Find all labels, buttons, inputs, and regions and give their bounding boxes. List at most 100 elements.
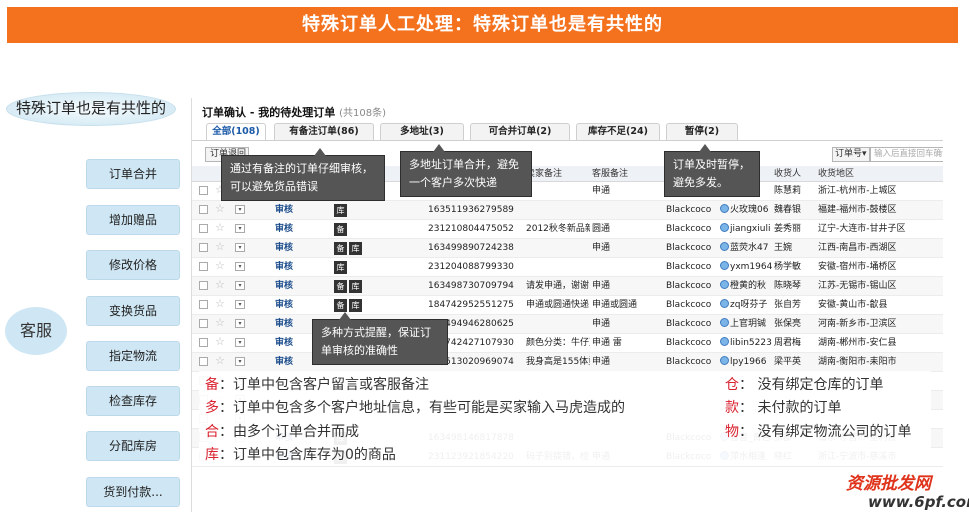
- row-checkbox[interactable]: [199, 300, 208, 309]
- row-menu-dropdown[interactable]: ▾: [235, 319, 245, 328]
- buyer-nick[interactable]: 上官玥铖: [720, 315, 774, 334]
- row-menu-dropdown[interactable]: ▾: [235, 224, 245, 233]
- row-checkbox[interactable]: [199, 281, 208, 290]
- approve-link[interactable]: 审核: [275, 220, 293, 239]
- legend-key: 库: [205, 447, 219, 463]
- receiver-area: 江西-南昌市-西湖区: [818, 243, 897, 253]
- row-checkbox[interactable]: [199, 357, 208, 366]
- wangwang-chat-icon[interactable]: [720, 356, 729, 365]
- table-row[interactable]: ☆▾审核163513020969074我身高是155体重申通Blackcocol…: [192, 353, 943, 372]
- star-icon[interactable]: ☆: [215, 316, 225, 330]
- approve-link[interactable]: 审核: [275, 296, 293, 315]
- receiver-area: 安徽-黄山市-歙县: [818, 300, 888, 310]
- legend-text: ：订单中包含库存为0的商品: [219, 447, 396, 463]
- side-button[interactable]: 修改价格: [86, 250, 180, 280]
- table-row[interactable]: ☆ ▾ 审核 163494946280625 申通 Blackcoco 上官玥铖 张保亮 河南-…: [192, 315, 943, 334]
- buyer-nick[interactable]: zq呀芬子: [720, 296, 774, 315]
- buyer-nick[interactable]: 蓝荧水47: [720, 239, 774, 258]
- table-row[interactable]: ☆ ▾ 审核 备库 163498730709794 请发申通，谢谢 申通 Blackcoco 橙…: [192, 277, 943, 296]
- row-checkbox[interactable]: [199, 243, 208, 252]
- row-checkbox[interactable]: [199, 224, 208, 233]
- side-button[interactable]: 货到付款...: [86, 477, 180, 507]
- side-button[interactable]: 订单合并: [86, 159, 180, 189]
- tab-3[interactable]: 可合并订单(2): [470, 123, 570, 140]
- row-checkbox[interactable]: [199, 186, 208, 195]
- table-row[interactable]: ☆ ▾ 审核 备库 184742952551275 申通或圆通快递 申通或圆通 Blackco…: [192, 296, 943, 315]
- sort-select[interactable]: 订单号▾: [832, 147, 870, 162]
- side-button[interactable]: 检查库存: [86, 386, 180, 416]
- table-row[interactable]: ☆ ▾ 审核 备 231210804475052 2012秋冬新品新 圆通 Blackcoco…: [192, 220, 943, 239]
- row-menu-dropdown[interactable]: ▾: [235, 205, 245, 214]
- row-menu-dropdown[interactable]: ▾: [235, 243, 245, 252]
- wangwang-chat-icon[interactable]: [720, 318, 729, 327]
- approve-link[interactable]: 审核: [275, 258, 293, 277]
- star-icon[interactable]: ☆: [215, 278, 225, 292]
- wangwang-chat-icon[interactable]: [720, 261, 729, 270]
- shop-name: Blackcoco: [666, 338, 712, 348]
- star-icon[interactable]: ☆: [215, 240, 225, 254]
- receiver-area: 浙江-杭州市-上城区: [818, 186, 897, 196]
- star-icon[interactable]: ☆: [215, 335, 225, 349]
- star-icon[interactable]: ☆: [215, 297, 225, 311]
- side-button[interactable]: 变换货品: [86, 296, 180, 326]
- table-row[interactable]: ☆ ▾ 审核 库 231204088799330 Blackcoco yxm1964 杨学敏 安…: [192, 258, 943, 277]
- star-icon[interactable]: ☆: [215, 354, 225, 368]
- tab-5[interactable]: 暂停(2): [666, 123, 738, 140]
- legend-key: 物: [725, 424, 739, 440]
- tooltip-pause: 订单及时暂停，避免多发。: [664, 144, 760, 197]
- shop-name: Blackcoco: [666, 357, 712, 367]
- buyer-note: 我身高是155体重: [526, 357, 590, 367]
- row-menu-dropdown[interactable]: ▾: [235, 357, 245, 366]
- side-button[interactable]: 分配库房: [86, 431, 180, 461]
- row-checkbox[interactable]: [199, 338, 208, 347]
- flag-legend: 备：订单中包含客户留言或客服备注 多：订单中包含多个客户地址信息，有些可能是买家输…: [199, 371, 931, 465]
- buyer-nick[interactable]: libin5223: [720, 334, 774, 353]
- wangwang-chat-icon[interactable]: [720, 242, 729, 251]
- tab-1[interactable]: 有备注订单(86): [274, 123, 374, 140]
- legend-item: 款： 未付款的订单: [725, 397, 841, 417]
- row-menu-dropdown[interactable]: ▾: [235, 300, 245, 309]
- approve-link[interactable]: 审核: [275, 315, 293, 334]
- table-row[interactable]: ☆ ▾ 审核 库 163511936279589 Blackcoco 火玫瑰06 魏春银 福建-…: [192, 201, 943, 220]
- wangwang-chat-icon[interactable]: [720, 223, 729, 232]
- search-input[interactable]: 输入后直接回车确认: [870, 147, 943, 162]
- row-menu-dropdown[interactable]: ▾: [235, 281, 245, 290]
- row-checkbox[interactable]: [199, 262, 208, 271]
- buyer-note: 2012秋冬新品新: [526, 224, 590, 234]
- side-button[interactable]: 增加赠品: [86, 205, 180, 235]
- row-checkbox[interactable]: [199, 205, 208, 214]
- approve-link[interactable]: 审核: [275, 277, 293, 296]
- buyer-nick[interactable]: 火玫瑰06: [720, 201, 774, 220]
- approve-link[interactable]: 审核: [275, 353, 293, 372]
- table-row[interactable]: ☆ ▾ 审核 备库 163499890724238 申通 Blackcoco 蓝荧水47 王婉 江…: [192, 239, 943, 258]
- row-menu-dropdown[interactable]: ▾: [235, 262, 245, 271]
- approve-link[interactable]: 审核: [275, 334, 293, 353]
- wangwang-chat-icon[interactable]: [720, 299, 729, 308]
- tab-4[interactable]: 库存不足(24): [576, 123, 660, 140]
- tab-divider: [192, 140, 943, 141]
- legend-text: ：订单中包含客户留言或客服备注: [219, 377, 429, 393]
- row-menu-dropdown[interactable]: ▾: [235, 338, 245, 347]
- buyer-nick[interactable]: yxm1964: [720, 258, 774, 277]
- buyer-nick[interactable]: lpy1966: [720, 353, 774, 372]
- buyer-nick[interactable]: 橙黄的秋: [720, 277, 774, 296]
- order-flag-badge: 备: [334, 223, 347, 236]
- order-flag-badge: 库: [349, 299, 362, 312]
- table-row[interactable]: ☆▾审核184742427107930颜色分类：牛仔蓝申通 雷Blackcoco…: [192, 334, 943, 353]
- order-flag-badge: 备: [334, 242, 347, 255]
- row-checkbox[interactable]: [199, 319, 208, 328]
- approve-link[interactable]: 审核: [275, 239, 293, 258]
- star-icon[interactable]: ☆: [215, 202, 225, 216]
- header-receiver: 收货人: [774, 169, 802, 179]
- service-note: 申通: [592, 243, 611, 253]
- side-button[interactable]: 指定物流: [86, 341, 180, 371]
- wangwang-chat-icon[interactable]: [720, 337, 729, 346]
- tab-0[interactable]: 全部(108): [206, 123, 266, 140]
- wangwang-chat-icon[interactable]: [720, 204, 729, 213]
- approve-link[interactable]: 审核: [275, 201, 293, 220]
- tab-2[interactable]: 多地址(3): [380, 123, 464, 140]
- buyer-nick[interactable]: jiangxiuli: [720, 220, 774, 239]
- wangwang-chat-icon[interactable]: [720, 280, 729, 289]
- star-icon[interactable]: ☆: [215, 259, 225, 273]
- star-icon[interactable]: ☆: [215, 221, 225, 235]
